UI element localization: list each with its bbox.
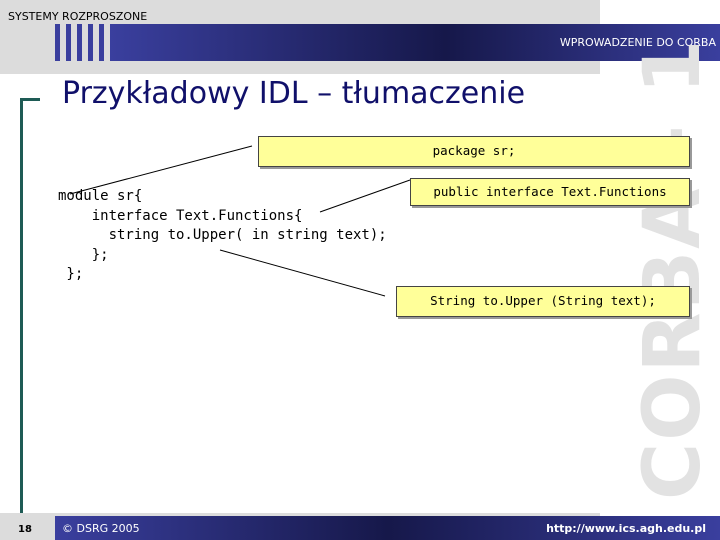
page-number: 18 — [18, 524, 32, 535]
footer-url[interactable]: http://www.ics.agh.edu.pl — [546, 522, 706, 535]
idl-code: module sr{ interface Text.Functions{ str… — [58, 188, 387, 282]
callout-interface: public interface Text.Functions — [410, 178, 690, 206]
callout-method: String to.Upper (String text); — [396, 286, 690, 317]
copyright: © DSRG 2005 — [62, 522, 140, 535]
callout-package: package sr; — [258, 136, 690, 167]
